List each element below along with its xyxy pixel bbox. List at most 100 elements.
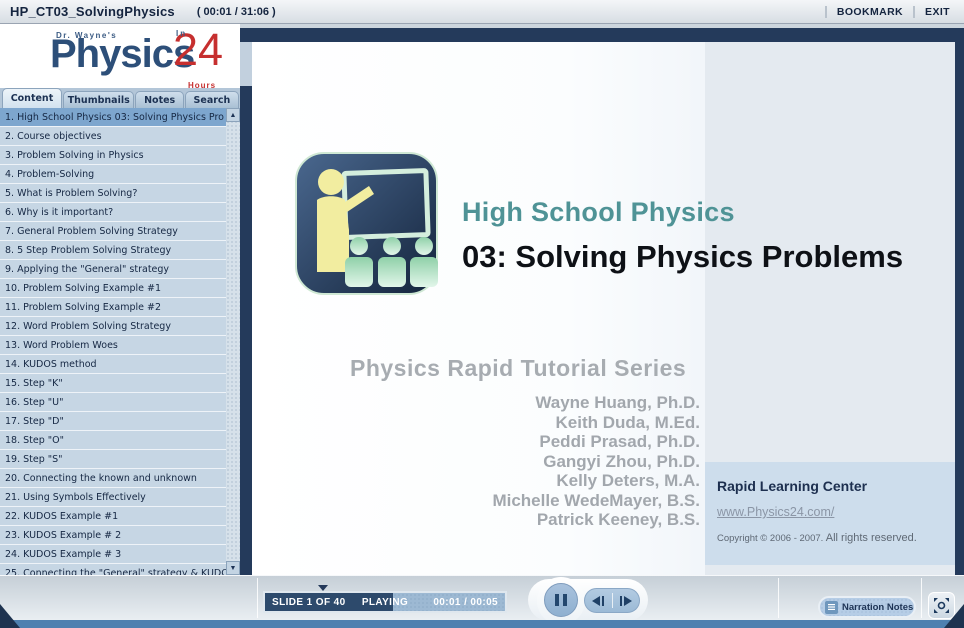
brand-logo: Dr. Wayne's Physics 24 In Hours <box>0 24 240 88</box>
toc-item[interactable]: 22. KUDOS Example #1 <box>0 507 226 526</box>
narration-notes-button[interactable]: Narration Notes <box>818 596 916 618</box>
tab-notes[interactable]: Notes <box>135 91 184 108</box>
toc-item[interactable]: 9. Applying the "General" strategy <box>0 260 226 279</box>
logo-word-hours: Hours <box>188 81 217 88</box>
toc-item[interactable]: 24. KUDOS Example # 3 <box>0 545 226 564</box>
author-name: Kelly Deters, M.A. <box>556 471 700 490</box>
authors-list: Wayne Huang, Ph.D. Keith Duda, M.Ed. Ped… <box>402 393 700 530</box>
toc-item-label: 22. KUDOS Example #1 <box>5 510 119 522</box>
author-name: Michelle WedeMayer, B.S. <box>492 490 700 510</box>
previous-slide-icon <box>592 595 601 606</box>
toc-list: 1. High School Physics 03: Solving Physi… <box>0 108 226 575</box>
toc-item-label: 9. Applying the "General" strategy <box>5 263 170 275</box>
toc-item-label: 21. Using Symbols Effectively <box>5 491 146 503</box>
scroll-down-button[interactable]: ▼ <box>226 561 240 575</box>
author-name: Patrick Keeney, B.S. <box>536 510 700 529</box>
toc-item[interactable]: 8. 5 Step Problem Solving Strategy <box>0 241 226 260</box>
tab-search[interactable]: Search <box>184 91 239 108</box>
pause-icon <box>555 594 559 606</box>
toc-scrollbar[interactable]: ▲ ▼ <box>226 108 240 575</box>
toc-item-label: 18. Step "O" <box>5 434 64 446</box>
toc-item-label: 8. 5 Step Problem Solving Strategy <box>5 244 172 256</box>
toc-item[interactable]: 4. Problem-Solving <box>0 165 226 184</box>
toc-item[interactable]: 20. Connecting the known and unknown <box>0 469 226 488</box>
titlebar-separator <box>824 5 827 18</box>
stage-left-strip <box>240 42 252 575</box>
seek-progress-bar[interactable]: SLIDE 1 OF 40 PLAYING 00:01 / 00:05 <box>263 591 507 613</box>
toc-item[interactable]: 5. What is Problem Solving? <box>0 184 226 203</box>
toc-item-label: 17. Step "D" <box>5 415 64 427</box>
toc-item-label: 7. General Problem Solving Strategy <box>5 225 178 237</box>
author-name: Keith Duda, M.Ed. <box>555 412 701 432</box>
toc-item-label: 16. Step "U" <box>5 396 64 408</box>
toc-item-label: 20. Connecting the known and unknown <box>5 472 197 484</box>
toc-item-label: 11. Problem Solving Example #2 <box>5 301 162 313</box>
scroll-up-button[interactable]: ▲ <box>226 108 240 122</box>
footer-org: Rapid Learning Center <box>717 478 868 494</box>
toc-item[interactable]: 1. High School Physics 03: Solving Physi… <box>0 108 226 127</box>
toc-item[interactable]: 21. Using Symbols Effectively <box>0 488 226 507</box>
author-name: Wayne Huang, Ph.D. <box>535 393 700 412</box>
toc-item-label: 2. Course objectives <box>5 130 102 142</box>
toc-item-label: 6. Why is it important? <box>5 206 114 218</box>
titlebar-separator <box>913 5 916 18</box>
slide-category: High School Physics <box>462 197 735 227</box>
toc-item[interactable]: 15. Step "K" <box>0 374 226 393</box>
title-bar: HP_CT03_SolvingPhysics ( 00:01 / 31:06 )… <box>0 0 964 24</box>
toc-item[interactable]: 10. Problem Solving Example #1 <box>0 279 226 298</box>
bottombar-divider <box>778 578 779 618</box>
toc-panel: 1. High School Physics 03: Solving Physi… <box>0 108 240 575</box>
narration-notes-label: Narration Notes <box>842 601 914 613</box>
toc-item[interactable]: 14. KUDOS method <box>0 355 226 374</box>
presentation-title: HP_CT03_SolvingPhysics <box>10 4 175 19</box>
toc-item[interactable]: 3. Problem Solving in Physics <box>0 146 226 165</box>
toc-item[interactable]: 13. Word Problem Woes <box>0 336 226 355</box>
toc-item[interactable]: 7. General Problem Solving Strategy <box>0 222 226 241</box>
toc-item[interactable]: 2. Course objectives <box>0 127 226 146</box>
total-elapsed-time: ( 00:01 / 31:06 ) <box>196 5 276 18</box>
classroom-icon <box>295 152 438 295</box>
footer-url-link[interactable]: www.Physics24.com/ <box>717 505 834 519</box>
scroll-down-icon: ▼ <box>229 564 237 572</box>
stage-top-strip <box>240 28 964 42</box>
toc-item[interactable]: 18. Step "O" <box>0 431 226 450</box>
bottombar-divider <box>257 578 258 618</box>
previous-slide-button[interactable] <box>585 589 612 612</box>
toc-item-label: 10. Problem Solving Example #1 <box>5 282 162 294</box>
toc-item[interactable]: 11. Problem Solving Example #2 <box>0 298 226 317</box>
footer-box: Rapid Learning Center www.Physics24.com/… <box>705 462 955 565</box>
sidebar-tabs: Content Thumbnails Notes Search <box>0 88 240 108</box>
exit-button[interactable]: EXIT <box>925 6 950 18</box>
toc-item-label: 23. KUDOS Example # 2 <box>5 529 122 541</box>
slide-step-controls <box>584 588 640 613</box>
toc-item-label: 4. Problem-Solving <box>5 168 95 180</box>
toc-item[interactable]: 17. Step "D" <box>0 412 226 431</box>
toc-item[interactable]: 23. KUDOS Example # 2 <box>0 526 226 545</box>
scroll-up-icon: ▲ <box>229 111 237 119</box>
fullscreen-icon <box>934 598 949 613</box>
toc-item[interactable]: 19. Step "S" <box>0 450 226 469</box>
toc-item[interactable]: 12. Word Problem Solving Strategy <box>0 317 226 336</box>
toc-item-label: 13. Word Problem Woes <box>5 339 118 351</box>
fullscreen-button[interactable] <box>928 592 955 619</box>
tab-thumbnails[interactable]: Thumbnails <box>62 91 135 108</box>
bottombar-divider <box>921 578 922 618</box>
playback-status: PLAYING <box>361 596 409 608</box>
bottom-strip <box>0 620 964 628</box>
toc-item[interactable]: 16. Step "U" <box>0 393 226 412</box>
toc-item[interactable]: 25. Connecting the "General" strategy & … <box>0 564 226 575</box>
pause-button[interactable] <box>544 583 578 617</box>
toc-item[interactable]: 6. Why is it important? <box>0 203 226 222</box>
toc-item-label: 19. Step "S" <box>5 453 63 465</box>
narration-notes-icon <box>825 600 838 614</box>
logo-word-in: In <box>176 29 188 38</box>
next-slide-button[interactable] <box>613 589 640 612</box>
tab-content[interactable]: Content <box>2 88 62 108</box>
bookmark-button[interactable]: BOOKMARK <box>837 6 903 18</box>
toc-item-label: 1. High School Physics 03: Solving Physi… <box>5 111 224 123</box>
toc-item-label: 24. KUDOS Example # 3 <box>5 548 122 560</box>
toc-item-label: 15. Step "K" <box>5 377 63 389</box>
slide-canvas: High School Physics 03: Solving Physics … <box>252 42 955 575</box>
toc-item-label: 5. What is Problem Solving? <box>5 187 138 199</box>
playback-controls <box>528 577 648 625</box>
